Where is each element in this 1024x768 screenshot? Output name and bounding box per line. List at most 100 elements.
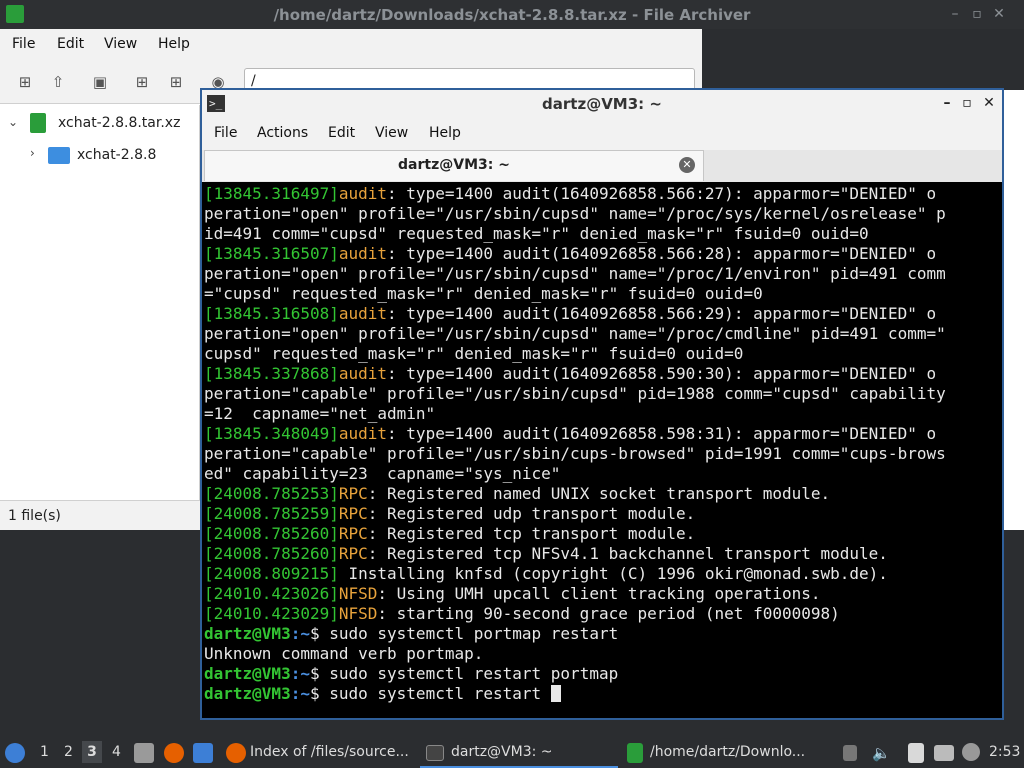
menu-actions[interactable]: Actions: [257, 125, 308, 141]
task-terminal[interactable]: dartz@VM3: ~: [451, 744, 553, 760]
log-timestamp: [24010.423026]: [204, 584, 339, 603]
chevron-right-icon[interactable]: ›: [30, 146, 35, 160]
menu-help[interactable]: Help: [158, 36, 190, 52]
terminal-line: [24008.785260]RPC: Registered tcp transp…: [204, 524, 1002, 544]
firefox-launcher-icon[interactable]: [164, 743, 184, 763]
menu-help[interactable]: Help: [429, 125, 461, 141]
log-timestamp: [24008.785260]: [204, 524, 339, 543]
tab-label: dartz@VM3: ~: [398, 157, 510, 173]
archive-icon: [627, 743, 643, 763]
close-icon[interactable]: ✕: [990, 5, 1008, 23]
workspace-2[interactable]: 2: [64, 744, 73, 760]
archiver-status: 1 file(s): [0, 500, 200, 530]
line-text: : type=1400 audit(1640926858.566:28): ap…: [387, 244, 937, 263]
terminal-line: [13845.316497]audit: type=1400 audit(164…: [204, 184, 1002, 204]
archive-icon: [30, 113, 46, 133]
maximize-icon[interactable]: ▫: [958, 94, 976, 112]
terminal-line: peration="open" profile="/usr/sbin/cupsd…: [204, 264, 1002, 284]
task-archiver[interactable]: /home/dartz/Downlo...: [650, 744, 805, 760]
add-folder-icon[interactable]: ⊞: [166, 72, 186, 92]
log-timestamp: [24008.809215]: [204, 564, 339, 583]
terminal-line: ="cupsd" requested_mask="r" denied_mask=…: [204, 284, 1002, 304]
chevron-down-icon[interactable]: ⌄: [8, 115, 18, 129]
log-timestamp: [13845.337868]: [204, 364, 339, 383]
log-source: audit: [338, 244, 388, 263]
notification-icon[interactable]: [962, 743, 980, 761]
log-timestamp: [13845.316507]: [204, 244, 339, 263]
add-files-icon[interactable]: ⊞: [132, 72, 152, 92]
archive-tree: ⌄ xchat-2.8.8.tar.xz › xchat-2.8.8: [0, 105, 200, 500]
log-source: RPC: [338, 484, 368, 503]
terminal-line: [24008.785259]RPC: Registered udp transp…: [204, 504, 1002, 524]
workspace-1[interactable]: 1: [40, 744, 49, 760]
workspace-4[interactable]: 4: [112, 744, 121, 760]
log-source: audit: [338, 364, 388, 383]
minimize-icon[interactable]: –: [946, 5, 964, 23]
terminal-line: id=491 comm="cupsd" requested_mask="r" d…: [204, 224, 1002, 244]
desktop-icon[interactable]: [193, 743, 213, 763]
scroll-up-icon[interactable]: [843, 745, 857, 761]
line-text: Installing knfsd (copyright (C) 1996 oki…: [338, 564, 888, 583]
prompt-user: dartz@VM3: [204, 624, 291, 643]
terminal-line: peration="open" profile="/usr/sbin/cupsd…: [204, 204, 1002, 224]
terminal-line: dartz@VM3:~$ sudo systemctl restart port…: [204, 664, 1002, 684]
line-text: $ sudo systemctl restart portmap: [309, 664, 619, 683]
menu-view[interactable]: View: [375, 125, 408, 141]
prompt-path: :~: [290, 664, 310, 683]
terminal-line: [24010.423026]NFSD: Using UMH upcall cli…: [204, 584, 1002, 604]
line-text: $ sudo systemctl portmap restart: [309, 624, 619, 643]
line-text: : type=1400 audit(1640926858.598:31): ap…: [387, 424, 937, 443]
terminal-line: dartz@VM3:~$ sudo systemctl restart: [204, 684, 1002, 704]
firefox-icon: [226, 743, 246, 763]
terminal-line: ed" capability=23 capname="sys_nice": [204, 464, 1002, 484]
volume-icon[interactable]: 🔈: [872, 744, 891, 762]
menu-edit[interactable]: Edit: [57, 36, 84, 52]
workspace-3[interactable]: 3: [82, 741, 102, 763]
tree-item-label: xchat-2.8.8: [77, 147, 157, 163]
log-timestamp: [24008.785259]: [204, 504, 339, 523]
log-source: RPC: [338, 504, 368, 523]
tab-terminal[interactable]: dartz@VM3: ~ ✕: [204, 150, 704, 181]
log-source: audit: [338, 184, 388, 203]
open-archive-icon[interactable]: ▣: [90, 72, 110, 92]
menu-file[interactable]: File: [214, 125, 237, 141]
extract-icon[interactable]: ⇧: [48, 72, 68, 92]
minimize-icon[interactable]: –: [938, 94, 956, 112]
task-firefox[interactable]: Index of /files/source...: [250, 744, 409, 760]
line-text: : Registered tcp transport module.: [367, 524, 696, 543]
terminal-window: >_ dartz@VM3: ~ – ▫ ✕ File Actions Edit …: [200, 88, 1004, 720]
desktop-background: [702, 29, 1024, 90]
line-text: : Registered named UNIX socket transport…: [367, 484, 831, 503]
new-archive-icon[interactable]: ⊞: [15, 72, 35, 92]
line-text: ed" capability=23 capname="sys_nice": [204, 464, 561, 483]
line-text: : Using UMH upcall client tracking opera…: [377, 584, 821, 603]
start-menu-icon[interactable]: [5, 743, 25, 763]
close-tab-icon[interactable]: ✕: [679, 157, 695, 173]
log-timestamp: [24010.423029]: [204, 604, 339, 623]
clipboard-icon[interactable]: [908, 743, 924, 763]
terminal-line: [24008.785260]RPC: Registered tcp NFSv4.…: [204, 544, 1002, 564]
log-timestamp: [13845.316508]: [204, 304, 339, 323]
terminal-line: [24008.809215] Installing knfsd (copyrig…: [204, 564, 1002, 584]
menu-file[interactable]: File: [12, 36, 35, 52]
log-source: NFSD: [338, 584, 378, 603]
terminal-titlebar[interactable]: >_ dartz@VM3: ~ – ▫ ✕: [202, 90, 1002, 118]
line-text: peration="open" profile="/usr/sbin/cupsd…: [204, 204, 946, 223]
menu-edit[interactable]: Edit: [328, 125, 355, 141]
line-text: : starting 90-second grace period (net f…: [377, 604, 840, 623]
line-text: id=491 comm="cupsd" requested_mask="r" d…: [204, 224, 869, 243]
line-text: : Registered udp transport module.: [367, 504, 696, 523]
file-manager-icon[interactable]: [134, 743, 154, 763]
maximize-icon[interactable]: ▫: [968, 5, 986, 23]
log-source: audit: [338, 424, 388, 443]
terminal-output[interactable]: [13845.316497]audit: type=1400 audit(164…: [202, 182, 1002, 718]
text-cursor: [550, 685, 561, 702]
terminal-line: dartz@VM3:~$ sudo systemctl portmap rest…: [204, 624, 1002, 644]
terminal-line: [13845.316508]audit: type=1400 audit(164…: [204, 304, 1002, 324]
log-source: NFSD: [338, 604, 378, 623]
terminal-line: [13845.348049]audit: type=1400 audit(164…: [204, 424, 1002, 444]
archiver-titlebar[interactable]: /home/dartz/Downloads/xchat-2.8.8.tar.xz…: [0, 0, 1024, 29]
network-icon[interactable]: [934, 745, 954, 761]
close-icon[interactable]: ✕: [980, 94, 998, 112]
menu-view[interactable]: View: [104, 36, 137, 52]
